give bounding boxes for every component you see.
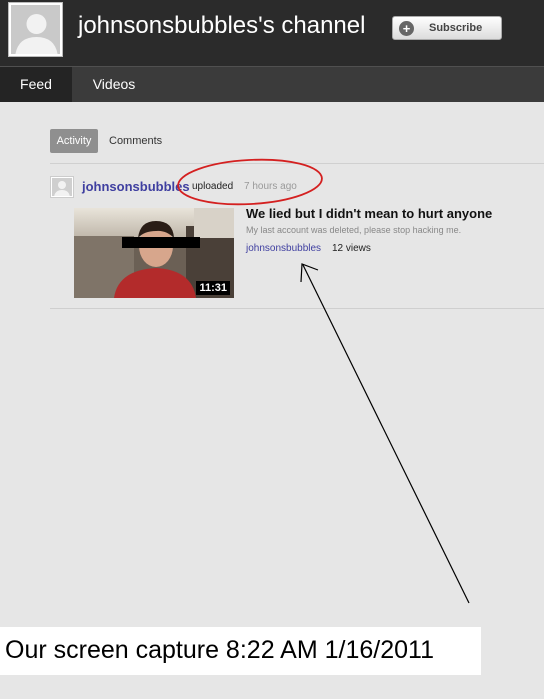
default-user-icon <box>15 14 58 54</box>
divider <box>50 308 544 309</box>
tab-videos[interactable]: Videos <box>80 67 148 102</box>
video-title-link[interactable]: We lied but I didn't mean to hurt anyone <box>246 206 492 221</box>
channel-header: johnsonsbubbles's channel + Subscribe <box>0 0 544 66</box>
channel-title: johnsonsbubbles's channel <box>78 12 366 39</box>
annotation-overlay <box>177 158 470 604</box>
tab-feed[interactable]: Feed <box>0 67 72 102</box>
filter-activity[interactable]: Activity <box>50 129 98 153</box>
filter-comments[interactable]: Comments <box>109 129 162 153</box>
arrowhead <box>300 263 319 283</box>
pointer-arrow <box>302 264 470 604</box>
uploader-link[interactable]: johnsonsbubbles <box>82 179 190 194</box>
video-description: My last account was deleted, please stop… <box>246 225 462 235</box>
user-avatar[interactable] <box>50 176 74 198</box>
activity-timestamp: 7 hours ago <box>244 181 297 192</box>
subscribe-button[interactable]: + Subscribe <box>392 16 502 40</box>
subscribe-label: Subscribe <box>429 22 483 34</box>
default-user-icon <box>54 181 70 196</box>
channel-avatar[interactable] <box>8 2 63 57</box>
video-duration: 11:31 <box>196 281 230 295</box>
video-thumbnail[interactable]: 11:31 <box>74 208 234 298</box>
divider <box>50 163 544 164</box>
video-views: 12 views <box>332 243 371 254</box>
caption-text: Our screen capture 8:22 AM 1/16/2011 <box>5 636 434 664</box>
video-author-link[interactable]: johnsonsbubbles <box>246 243 321 254</box>
plus-icon: + <box>399 21 414 36</box>
caption-box: Our screen capture 8:22 AM 1/16/2011 <box>0 627 481 675</box>
channel-nav: Feed Videos <box>0 66 544 102</box>
activity-action: uploaded <box>192 181 234 192</box>
